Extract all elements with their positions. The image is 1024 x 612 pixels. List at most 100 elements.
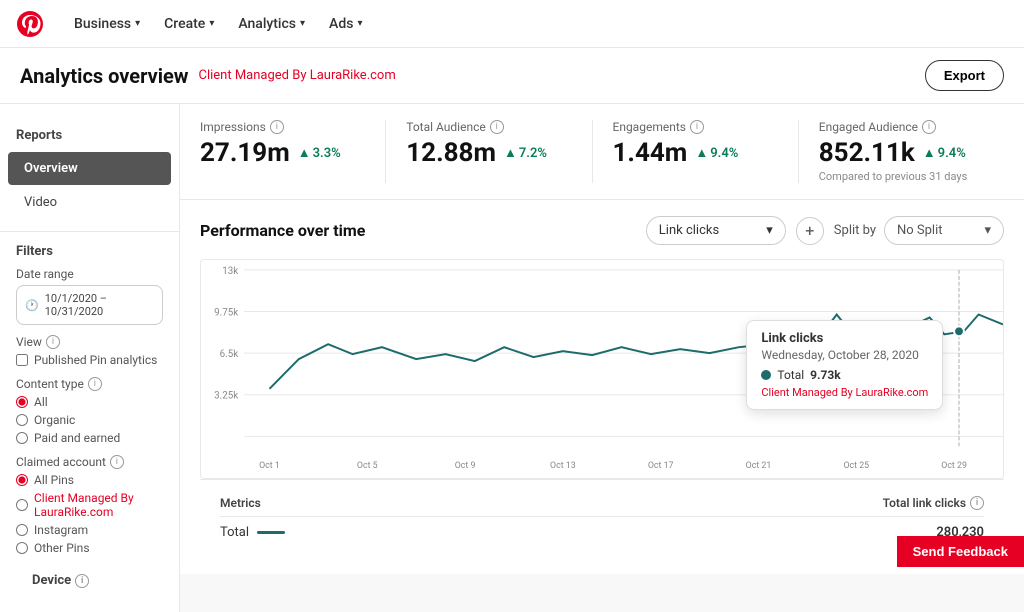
metrics-row-label-text: Total xyxy=(220,525,249,540)
date-range-input[interactable]: 🕐 10/1/2020 – 10/31/2020 xyxy=(16,285,163,325)
device-info-icon[interactable]: i xyxy=(75,574,89,588)
claimed-all-pins-label: All Pins xyxy=(34,473,74,487)
split-by-label: Split by xyxy=(834,223,876,238)
engagements-info-icon[interactable]: i xyxy=(690,120,704,134)
chart-svg: 13k 9.75k 6.5k 3.25k Oct 1 Oct 5 Oct 9 O… xyxy=(201,260,1003,478)
arrow-up-icon: ▲ xyxy=(695,145,708,161)
svg-text:Oct 9: Oct 9 xyxy=(455,461,476,471)
engagements-value: 1.44m ▲ 9.4% xyxy=(613,138,778,168)
stat-engagements: Engagements i 1.44m ▲ 9.4% xyxy=(593,120,799,183)
chart-container: 13k 9.75k 6.5k 3.25k Oct 1 Oct 5 Oct 9 O… xyxy=(200,259,1004,479)
svg-text:6.5k: 6.5k xyxy=(220,349,239,360)
impressions-info-icon[interactable]: i xyxy=(270,120,284,134)
export-button[interactable]: Export xyxy=(925,60,1004,91)
managed-by-label: Client Managed By LauraRike.com xyxy=(198,68,395,83)
nav-analytics[interactable]: Analytics ▾ xyxy=(228,10,315,38)
published-pin-checkbox[interactable] xyxy=(16,354,28,366)
claimed-account-section: Claimed account i All Pins Client Manage… xyxy=(16,455,163,555)
nav-create[interactable]: Create ▾ xyxy=(154,10,224,38)
claimed-laura-label: Client Managed By LauraRike.com xyxy=(34,491,163,519)
filters-title: Filters xyxy=(16,244,163,259)
stats-row: Impressions i 27.19m ▲ 3.3% Total Audien… xyxy=(180,104,1024,200)
engaged-audience-note: Compared to previous 31 days xyxy=(819,170,984,183)
published-pin-checkbox-item: Published Pin analytics xyxy=(16,353,163,367)
svg-text:Oct 17: Oct 17 xyxy=(648,461,674,471)
date-range-section: Date range 🕐 10/1/2020 – 10/31/2020 xyxy=(16,267,163,325)
engaged-audience-label: Engaged Audience i xyxy=(819,120,984,134)
date-range-value: 10/1/2020 – 10/31/2020 xyxy=(45,292,154,318)
send-feedback-button[interactable]: Send Feedback xyxy=(897,536,1024,567)
add-metric-button[interactable]: + xyxy=(796,217,824,245)
metrics-col-right: Total link clicks i xyxy=(883,496,984,510)
metrics-total-info-icon[interactable]: i xyxy=(970,496,984,510)
content-paid-label: Paid and earned xyxy=(34,431,120,445)
engagements-change: ▲ 9.4% xyxy=(695,145,738,161)
metrics-table: Metrics Total link clicks i Total 280,23… xyxy=(200,479,1004,558)
published-pin-label: Published Pin analytics xyxy=(34,353,157,367)
chart-wrapper: 13k 9.75k 6.5k 3.25k Oct 1 Oct 5 Oct 9 O… xyxy=(200,259,1004,479)
device-label: Device i xyxy=(32,573,147,588)
impressions-label: Impressions i xyxy=(200,120,365,134)
chevron-down-icon: ▾ xyxy=(300,18,305,29)
chevron-down-icon: ▾ xyxy=(135,18,140,29)
sidebar-filters: Filters Date range 🕐 10/1/2020 – 10/31/2… xyxy=(0,244,179,596)
content-type-info-icon[interactable]: i xyxy=(88,377,102,391)
content-paid-radio[interactable] xyxy=(16,432,28,444)
impressions-value: 27.19m ▲ 3.3% xyxy=(200,138,365,168)
metrics-row-label: Total xyxy=(220,525,285,540)
svg-text:Oct 5: Oct 5 xyxy=(357,461,378,471)
nav-business[interactable]: Business ▾ xyxy=(64,10,150,38)
claimed-all-pins-radio[interactable] xyxy=(16,474,28,486)
view-label: View i xyxy=(16,335,163,349)
reports-section-title: Reports xyxy=(0,120,179,151)
engaged-audience-change: ▲ 9.4% xyxy=(923,145,966,161)
metrics-table-header: Metrics Total link clicks i xyxy=(220,490,984,517)
arrow-up-icon: ▲ xyxy=(504,145,517,161)
content-organic-radio[interactable] xyxy=(16,414,28,426)
claimed-other-pins-label: Other Pins xyxy=(34,541,90,555)
sidebar-item-video[interactable]: Video xyxy=(8,186,171,219)
page-header-left: Analytics overview Client Managed By Lau… xyxy=(20,64,396,88)
claimed-laura-radio[interactable] xyxy=(16,499,28,511)
svg-text:Oct 29: Oct 29 xyxy=(941,461,967,471)
claimed-account-label: Claimed account i xyxy=(16,455,163,469)
claimed-instagram-radio[interactable] xyxy=(16,524,28,536)
page-title: Analytics overview xyxy=(20,64,188,88)
arrow-up-icon: ▲ xyxy=(298,145,311,161)
claimed-all-pins-radio-item: All Pins xyxy=(16,473,163,487)
total-audience-change: ▲ 7.2% xyxy=(504,145,547,161)
chevron-down-icon: ▾ xyxy=(766,223,773,238)
stat-total-audience: Total Audience i 12.88m ▲ 7.2% xyxy=(386,120,592,183)
svg-text:Oct 25: Oct 25 xyxy=(843,461,869,471)
page-header: Analytics overview Client Managed By Lau… xyxy=(0,48,1024,104)
pinterest-logo[interactable] xyxy=(16,10,44,38)
claimed-account-info-icon[interactable]: i xyxy=(110,455,124,469)
content-type-section: Content type i All Organic Paid and earn… xyxy=(16,377,163,445)
main-layout: Reports Overview Video Filters Date rang… xyxy=(0,104,1024,612)
split-by-select[interactable]: No Split ▾ xyxy=(884,216,1004,245)
engaged-audience-info-icon[interactable]: i xyxy=(922,120,936,134)
engagements-label: Engagements i xyxy=(613,120,778,134)
metric-select[interactable]: Link clicks ▾ xyxy=(646,216,786,245)
total-audience-info-icon[interactable]: i xyxy=(490,120,504,134)
metrics-row-total: Total 280,230 xyxy=(220,517,984,548)
claimed-other-pins-radio[interactable] xyxy=(16,542,28,554)
chevron-down-icon: ▾ xyxy=(209,18,214,29)
svg-text:9.75k: 9.75k xyxy=(214,307,238,318)
sidebar-item-overview[interactable]: Overview xyxy=(8,152,171,185)
top-nav: Business ▾ Create ▾ Analytics ▾ Ads ▾ xyxy=(0,0,1024,48)
claimed-instagram-label: Instagram xyxy=(34,523,88,537)
chevron-down-icon: ▾ xyxy=(984,223,991,238)
engaged-audience-value: 852.11k ▲ 9.4% xyxy=(819,138,984,168)
nav-ads[interactable]: Ads ▾ xyxy=(319,10,372,38)
svg-text:Oct 1: Oct 1 xyxy=(259,461,280,471)
sidebar-divider xyxy=(0,231,179,232)
view-info-icon[interactable]: i xyxy=(46,335,60,349)
content-all-radio[interactable] xyxy=(16,396,28,408)
view-section: View i Published Pin analytics xyxy=(16,335,163,367)
impressions-change: ▲ 3.3% xyxy=(298,145,341,161)
content-paid-radio-item: Paid and earned xyxy=(16,431,163,445)
content-all-radio-item: All xyxy=(16,395,163,409)
svg-text:3.25k: 3.25k xyxy=(214,391,238,402)
metrics-col-left: Metrics xyxy=(220,496,261,510)
